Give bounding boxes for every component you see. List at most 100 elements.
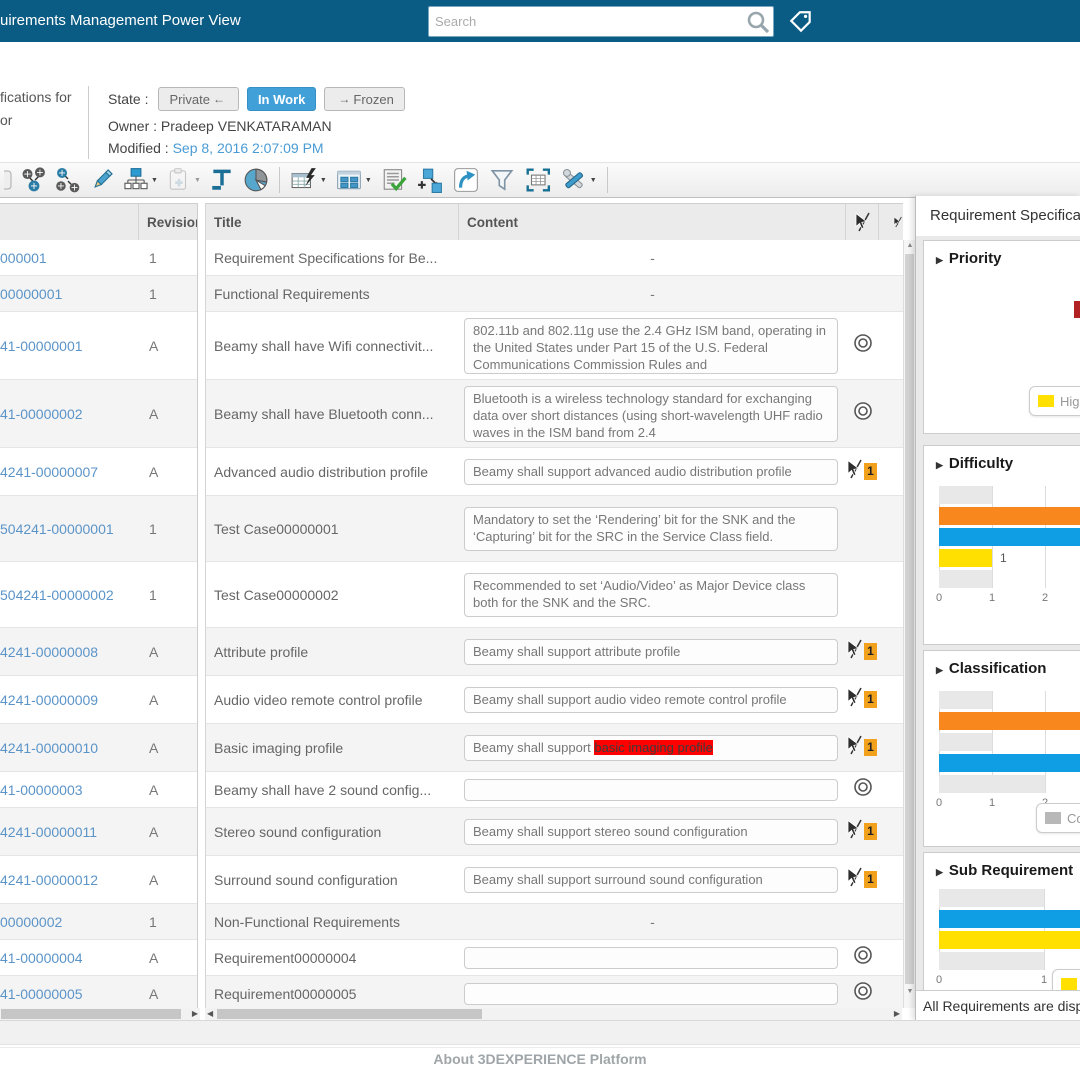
cursor-slash-icon[interactable] xyxy=(846,819,864,844)
requirement-id-link[interactable]: 504241-00000002 xyxy=(0,587,139,603)
chart-bar[interactable] xyxy=(939,528,1080,546)
cursor-slash-icon[interactable] xyxy=(846,735,864,760)
requirement-id-link[interactable]: 41-00000004 xyxy=(0,950,139,966)
modification-count-badge[interactable]: 1 xyxy=(864,463,877,480)
chart-legend-pill[interactable]: Hig xyxy=(1029,386,1080,416)
tools-icon[interactable]: ▼ xyxy=(556,166,601,194)
table-row[interactable]: 0000011 xyxy=(0,240,197,276)
table-row[interactable]: 4241-00000011A xyxy=(0,808,197,856)
modification-count-badge[interactable]: 1 xyxy=(864,691,877,708)
impact-analysis-icon[interactable] xyxy=(51,166,85,194)
modification-count-badge[interactable]: 1 xyxy=(864,643,877,660)
dropdown-caret-icon[interactable]: ▼ xyxy=(151,177,158,184)
hscroll-thumb[interactable] xyxy=(217,1009,482,1019)
requirement-id-link[interactable]: 41-00000005 xyxy=(0,986,139,1002)
requirement-id-link[interactable]: 00000001 xyxy=(0,286,139,302)
layout-grid-icon[interactable]: ▼ xyxy=(331,166,376,194)
chart-bar[interactable] xyxy=(939,931,1080,949)
table-edit-icon[interactable]: ▼ xyxy=(286,166,331,194)
chart-bar[interactable] xyxy=(939,733,992,751)
cursor-slash-icon[interactable] xyxy=(846,639,864,664)
table-row[interactable]: Beamy shall have 2 sound config... xyxy=(206,772,903,808)
edit-pencil-icon[interactable] xyxy=(85,166,119,194)
chart-bar[interactable] xyxy=(939,486,992,504)
requirement-id-link[interactable]: 4241-00000009 xyxy=(0,692,139,708)
select-table-icon[interactable] xyxy=(520,166,556,194)
pie-chart-icon[interactable] xyxy=(239,166,273,194)
state-frozen-button[interactable]: → Frozen xyxy=(324,87,404,111)
column-header-modify-icon[interactable] xyxy=(846,204,879,240)
table-row[interactable]: Test Case00000002Recommended to set ‘Aud… xyxy=(206,562,903,628)
requirement-target-icon[interactable] xyxy=(852,776,874,803)
table-row[interactable]: 000000021 xyxy=(0,904,197,940)
column-header-title[interactable]: Title xyxy=(206,204,459,240)
cursor-slash-icon[interactable] xyxy=(846,459,864,484)
table-row[interactable]: 41-00000004A xyxy=(0,940,197,976)
content-box[interactable]: Beamy shall support advanced audio distr… xyxy=(464,459,838,485)
requirement-target-icon[interactable] xyxy=(852,980,874,1007)
requirement-id-link[interactable]: 504241-00000001 xyxy=(0,521,139,537)
content-box[interactable]: Bluetooth is a wireless technology stand… xyxy=(464,386,838,442)
chart-bar[interactable] xyxy=(939,910,1080,928)
table-row[interactable]: Attribute profileBeamy shall support att… xyxy=(206,628,903,676)
state-inwork-button[interactable]: In Work xyxy=(247,87,316,111)
table-row[interactable]: Beamy shall have Wifi connectivit...802.… xyxy=(206,312,903,380)
requirement-id-link[interactable]: 00000002 xyxy=(0,914,139,930)
content-box[interactable]: Recommended to set ‘Audio/Video’ as Majo… xyxy=(464,573,838,617)
dropdown-caret-icon[interactable]: ▼ xyxy=(590,177,597,184)
column-header-clipped-icon[interactable] xyxy=(879,204,903,240)
navigate-arrow-icon[interactable] xyxy=(448,166,484,194)
add-existing-icon[interactable] xyxy=(412,166,448,194)
cursor-slash-icon[interactable] xyxy=(846,687,864,712)
dropdown-caret-icon[interactable]: ▼ xyxy=(365,177,372,184)
requirement-id-link[interactable]: 4241-00000010 xyxy=(0,740,139,756)
chart-bar[interactable] xyxy=(939,507,1080,525)
chart-bar[interactable] xyxy=(939,754,1080,772)
table-row[interactable]: 4241-00000007A xyxy=(0,448,197,496)
table-row[interactable]: 4241-00000010A xyxy=(0,724,197,772)
table-row[interactable]: 41-00000005A xyxy=(0,976,197,1008)
chart-bar[interactable] xyxy=(939,570,992,588)
table-row[interactable]: Basic imaging profileBeamy shall support… xyxy=(206,724,903,772)
scroll-left-icon[interactable]: ◀ xyxy=(207,1008,213,1020)
requirement-id-link[interactable]: 4241-00000012 xyxy=(0,872,139,888)
chart-bar[interactable] xyxy=(939,775,1045,793)
requirement-id-link[interactable]: 4241-00000008 xyxy=(0,644,139,660)
filter-funnel-icon[interactable] xyxy=(484,166,520,194)
requirement-id-link[interactable]: 41-00000003 xyxy=(0,782,139,798)
table-row[interactable]: 000000011 xyxy=(0,276,197,312)
requirement-target-icon[interactable] xyxy=(852,400,874,427)
requirement-target-icon[interactable] xyxy=(852,944,874,971)
content-box[interactable]: Beamy shall support surround sound confi… xyxy=(464,867,838,893)
requirement-id-link[interactable]: 4241-00000011 xyxy=(0,824,139,840)
requirement-id-link[interactable]: 41-00000002 xyxy=(0,406,139,422)
table-row[interactable]: 41-00000001A xyxy=(0,312,197,380)
table-row[interactable]: 41-00000002A xyxy=(0,380,197,448)
table-row[interactable]: Test Case00000001Mandatory to set the ‘R… xyxy=(206,496,903,562)
column-header-content[interactable]: Content xyxy=(459,204,846,240)
content-box[interactable]: 802.11b and 802.11g use the 2.4 GHz ISM … xyxy=(464,318,838,374)
modification-count-badge[interactable]: 1 xyxy=(864,739,877,756)
table-row[interactable]: 4241-00000009A xyxy=(0,676,197,724)
table-row[interactable]: Surround sound configurationBeamy shall … xyxy=(206,856,903,904)
horizontal-scrollbar-main[interactable]: ◀ ▶ xyxy=(205,1008,902,1020)
hierarchy-icon[interactable]: ▼ xyxy=(119,166,162,194)
hscroll-thumb[interactable] xyxy=(1,1009,181,1019)
modification-count-badge[interactable]: 1 xyxy=(864,871,877,888)
content-box[interactable]: Beamy shall support audio video remote c… xyxy=(464,687,838,713)
text-format-icon[interactable] xyxy=(205,166,239,194)
content-box[interactable] xyxy=(464,779,838,801)
chart-bar[interactable] xyxy=(939,952,1044,970)
chart-legend-pill[interactable]: Co xyxy=(1036,803,1080,833)
column-header-name[interactable] xyxy=(0,204,139,240)
content-box[interactable] xyxy=(464,983,838,1005)
horizontal-scrollbar-left[interactable]: ▶ xyxy=(0,1008,200,1020)
table-row[interactable]: Beamy shall have Bluetooth conn...Blueto… xyxy=(206,380,903,448)
table-row[interactable]: Non-Functional Requirements- xyxy=(206,904,903,940)
table-row[interactable]: Functional Requirements- xyxy=(206,276,903,312)
state-private-button[interactable]: Private ← xyxy=(158,87,238,111)
requirement-id-link[interactable]: 4241-00000007 xyxy=(0,464,139,480)
table-row[interactable]: 504241-000000021 xyxy=(0,562,197,628)
content-box[interactable] xyxy=(464,947,838,969)
vertical-scroll-thumb[interactable] xyxy=(905,254,914,984)
